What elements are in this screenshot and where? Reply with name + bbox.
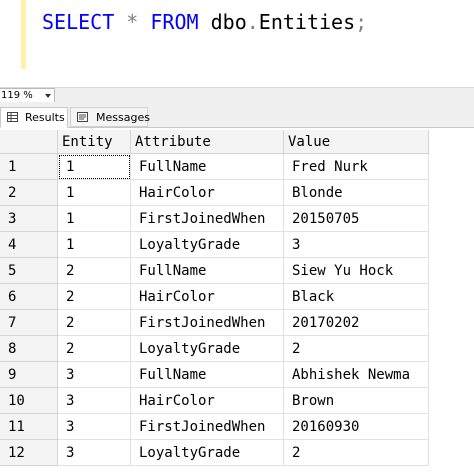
- tab-results[interactable]: Results: [0, 107, 68, 128]
- schema-name: dbo: [210, 10, 247, 34]
- cell-attribute[interactable]: FullName: [131, 154, 284, 180]
- cell-attribute[interactable]: LoyaltyGrade: [131, 440, 284, 466]
- cell-attribute[interactable]: LoyaltyGrade: [131, 336, 284, 362]
- row-number[interactable]: 11: [0, 414, 58, 440]
- cell-value[interactable]: 20170202: [284, 310, 429, 336]
- results-tabstrip: Results Messages: [0, 102, 474, 128]
- cell-entity[interactable]: 3: [58, 414, 131, 440]
- row-number[interactable]: 9: [0, 362, 58, 388]
- cell-entity[interactable]: 2: [58, 336, 131, 362]
- cell-attribute[interactable]: HairColor: [131, 180, 284, 206]
- cell-value[interactable]: Abhishek Newma: [284, 362, 429, 388]
- row-number[interactable]: 8: [0, 336, 58, 362]
- sql-statement[interactable]: SELECT * FROM dbo.Entities;: [42, 9, 367, 35]
- cell-entity[interactable]: 1: [58, 180, 131, 206]
- row-number[interactable]: 5: [0, 258, 58, 284]
- cell-attribute[interactable]: FirstJoinedWhen: [131, 414, 284, 440]
- zoom-dropdown[interactable]: 119 %: [0, 88, 55, 103]
- cell-value[interactable]: 2: [284, 440, 429, 466]
- cell-value[interactable]: Fred Nurk: [284, 154, 429, 180]
- cell-attribute[interactable]: HairColor: [131, 388, 284, 414]
- cell-entity[interactable]: 1: [58, 232, 131, 258]
- zoom-bar: 119 %: [0, 87, 474, 103]
- cell-value[interactable]: 3: [284, 232, 429, 258]
- cell-value[interactable]: 2: [284, 336, 429, 362]
- cell-entity[interactable]: 2: [58, 310, 131, 336]
- cell-value[interactable]: Blonde: [284, 180, 429, 206]
- row-number-header[interactable]: [0, 130, 58, 154]
- row-number[interactable]: 12: [0, 440, 58, 466]
- column-header-attribute[interactable]: Attribute: [131, 130, 284, 154]
- row-number[interactable]: 6: [0, 284, 58, 310]
- cell-value[interactable]: Black: [284, 284, 429, 310]
- zoom-value: 119 %: [1, 90, 33, 101]
- keyword-select: SELECT: [42, 10, 115, 34]
- cell-entity[interactable]: 3: [58, 362, 131, 388]
- row-number[interactable]: 2: [0, 180, 58, 206]
- row-number[interactable]: 4: [0, 232, 58, 258]
- cell-entity[interactable]: 3: [58, 440, 131, 466]
- cell-value[interactable]: 20160930: [284, 414, 429, 440]
- tab-results-label: Results: [25, 111, 65, 124]
- grid-icon: [7, 112, 18, 122]
- cell-entity[interactable]: 2: [58, 284, 131, 310]
- star-operator: *: [126, 10, 139, 34]
- tab-messages[interactable]: Messages: [70, 107, 150, 127]
- cell-attribute[interactable]: HairColor: [131, 284, 284, 310]
- dot-separator: .: [246, 10, 259, 34]
- keyword-from: FROM: [150, 10, 199, 34]
- semicolon: ;: [355, 10, 368, 34]
- results-grid[interactable]: Entity Attribute Value 1 1 FullName Fred Nu…: [0, 128, 474, 475]
- cell-value[interactable]: 20150705: [284, 206, 429, 232]
- row-number[interactable]: 3: [0, 206, 58, 232]
- cell-attribute[interactable]: FullName: [131, 362, 284, 388]
- query-editor[interactable]: SELECT * FROM dbo.Entities;: [0, 0, 474, 87]
- cell-entity[interactable]: 1: [58, 206, 131, 232]
- table-name: Entities: [258, 10, 356, 34]
- cell-attribute[interactable]: LoyaltyGrade: [131, 232, 284, 258]
- cell-entity[interactable]: 2: [58, 258, 131, 284]
- cell-entity[interactable]: 1: [58, 154, 131, 180]
- cell-attribute[interactable]: FirstJoinedWhen: [131, 310, 284, 336]
- cell-entity[interactable]: 3: [58, 388, 131, 414]
- tab-messages-label: Messages: [96, 111, 150, 124]
- column-header-entity[interactable]: Entity: [58, 130, 131, 154]
- row-number[interactable]: 7: [0, 310, 58, 336]
- row-number[interactable]: 1: [0, 154, 58, 180]
- cell-value[interactable]: Siew Yu Hock: [284, 258, 429, 284]
- cell-attribute[interactable]: FullName: [131, 258, 284, 284]
- column-header-value[interactable]: Value: [284, 130, 429, 154]
- row-number[interactable]: 10: [0, 388, 58, 414]
- messages-icon: [77, 112, 88, 122]
- cell-attribute[interactable]: FirstJoinedWhen: [131, 206, 284, 232]
- change-tracking-bar: [21, 0, 26, 69]
- grid-header-row: Entity Attribute Value: [0, 130, 474, 154]
- chevron-down-icon[interactable]: [45, 94, 51, 98]
- cell-value[interactable]: Brown: [284, 388, 429, 414]
